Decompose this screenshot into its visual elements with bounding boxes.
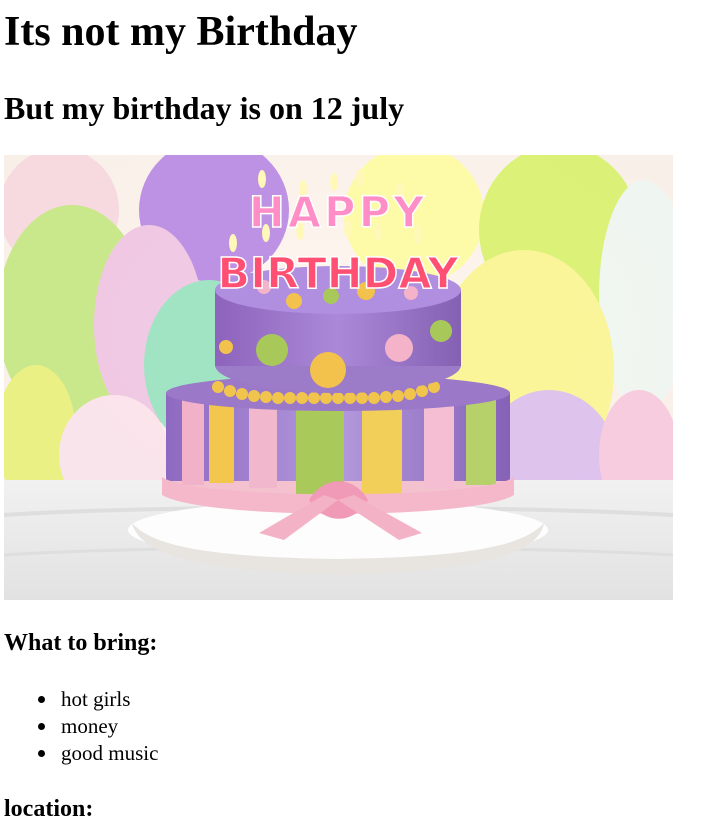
page-subtitle: But my birthday is on 12 july (4, 90, 405, 126)
birthday-candle-letters: BIRTHDAY (217, 249, 459, 299)
bring-item-hot-girls: hot girls (38, 686, 338, 713)
bring-list: hot girls money good music (38, 686, 338, 767)
birthday-cake-illustration: HAPPY BIRTHDAY (4, 155, 673, 600)
bring-item-good-music: good music (38, 740, 338, 767)
birthday-cake-image: HAPPY BIRTHDAY (4, 155, 673, 600)
happy-candle-letters: HAPPY (249, 188, 427, 238)
what-to-bring-heading: What to bring: (4, 630, 158, 656)
page-title: Its not my Birthday (4, 9, 358, 55)
page: Its not my Birthday But my birthday is o… (0, 0, 715, 840)
bring-item-money: money (38, 713, 338, 740)
location-heading: location: (4, 796, 94, 822)
